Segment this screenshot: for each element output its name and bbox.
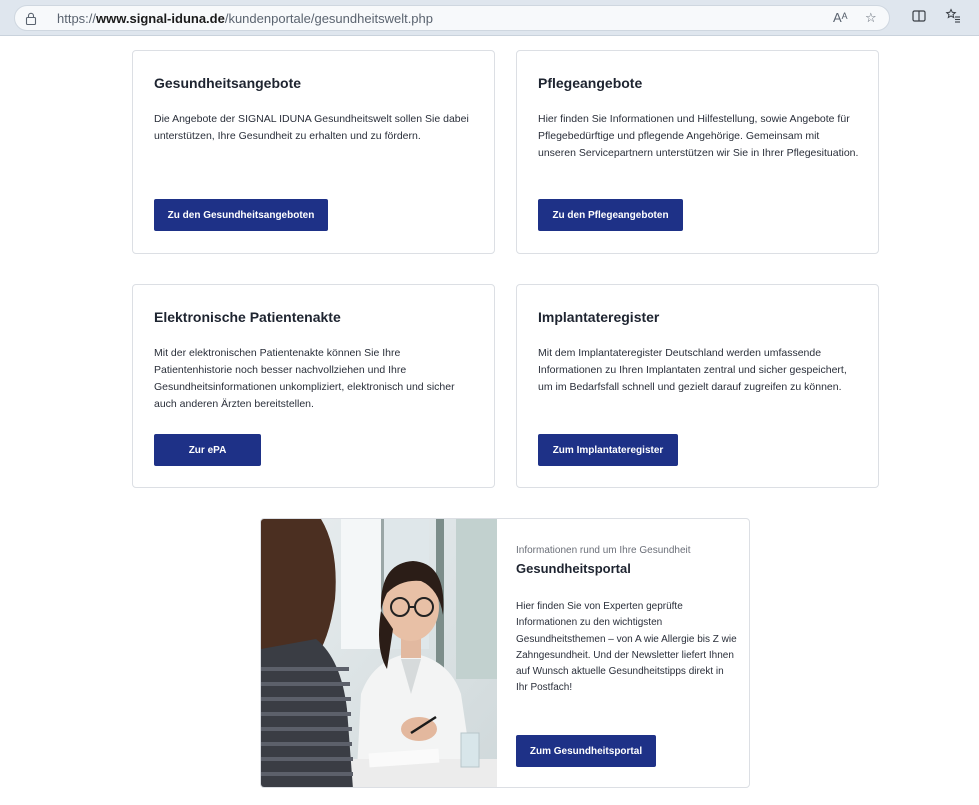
card-text: Mit der elektronischen Patientenakte kön… (154, 347, 455, 410)
read-aloud-icon[interactable]: Aᴬ (833, 10, 848, 26)
address-bar[interactable]: https://www.signal-iduna.de/kundenportal… (14, 5, 890, 31)
portal-title: Gesundheitsportal (516, 561, 631, 576)
doctor-consultation-image (261, 519, 497, 787)
card-title: Implantateregister (538, 309, 660, 325)
card-implantateregister: Implantateregister Mit dem Implantatereg… (516, 284, 879, 488)
card-gesundheitsangebote: Gesundheitsangebote Die Angebote der SIG… (132, 50, 495, 254)
favorites-icon[interactable] (945, 8, 961, 24)
favorite-star-icon[interactable]: ☆ (865, 10, 877, 26)
card-pflegeangebote: Pflegeangebote Hier finden Sie Informati… (516, 50, 879, 254)
card-text: Die Angebote der SIGNAL IDUNA Gesundheit… (154, 113, 469, 142)
implantateregister-button[interactable]: Zum Implantateregister (538, 434, 678, 466)
card-text: Mit dem Implantateregister Deutschland w… (538, 347, 847, 393)
card-patientenakte: Elektronische Patientenakte Mit der elek… (132, 284, 495, 488)
epa-button[interactable]: Zur ePA (154, 434, 261, 466)
card-text: Hier finden Sie Informationen und Hilfes… (538, 113, 859, 159)
gesundheitsportal-button[interactable]: Zum Gesundheitsportal (516, 735, 656, 767)
browser-toolbar: https://www.signal-iduna.de/kundenportal… (0, 0, 979, 36)
url-text[interactable]: https://www.signal-iduna.de/kundenportal… (57, 11, 433, 26)
lock-icon[interactable] (25, 12, 37, 25)
pflegeangebote-button[interactable]: Zu den Pflegeangeboten (538, 199, 683, 231)
portal-eyebrow: Informationen rund um Ihre Gesundheit (516, 545, 691, 556)
split-screen-icon[interactable] (912, 9, 926, 23)
card-title: Gesundheitsangebote (154, 75, 302, 91)
portal-text: Hier finden Sie von Experten geprüfte In… (516, 601, 737, 694)
card-gesundheitsportal: Informationen rund um Ihre Gesundheit Ge… (260, 518, 750, 788)
card-title: Elektronische Patientenakte (154, 309, 341, 325)
card-title: Pflegeangebote (538, 75, 643, 91)
gesundheitsangebote-button[interactable]: Zu den Gesundheitsangeboten (154, 199, 328, 231)
